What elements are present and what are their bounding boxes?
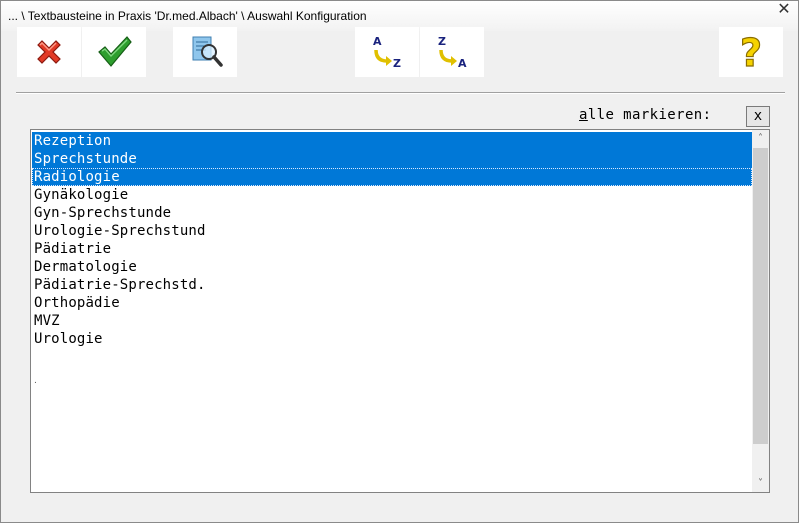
list-item[interactable]: Sprechstunde <box>32 150 752 168</box>
mark-all-label: alle markieren: <box>579 107 711 123</box>
ok-button[interactable] <box>82 27 146 77</box>
mark-all-accelerator: a <box>579 107 588 123</box>
list-item[interactable]: Pädiatrie-Sprechstd. <box>32 276 752 294</box>
svg-text:A: A <box>458 57 467 70</box>
close-button[interactable]: ✕ <box>776 1 792 17</box>
list-items: Rezeption Sprechstunde Radiologie Gynäko… <box>32 132 752 348</box>
list-item[interactable]: Rezeption <box>32 132 752 150</box>
list-item[interactable]: Pädiatrie <box>32 240 752 258</box>
list-item[interactable]: Dermatologie <box>32 258 752 276</box>
mark-all-label-text: lle markieren: <box>587 107 712 123</box>
scroll-thumb[interactable] <box>753 148 768 444</box>
svg-text:A: A <box>373 35 382 48</box>
red-x-icon <box>37 40 61 64</box>
svg-text:?: ? <box>740 32 762 72</box>
cancel-button[interactable] <box>17 27 81 77</box>
sort-ascending-button[interactable]: A Z <box>355 27 419 77</box>
sort-a-z-icon: A Z <box>373 35 401 70</box>
magnifier-document-icon <box>192 36 223 67</box>
mark-all-checkbox[interactable]: x <box>746 106 770 127</box>
vertical-scrollbar[interactable]: ˄ ˅ <box>752 130 769 492</box>
sort-z-a-icon: Z A <box>438 35 467 70</box>
list-item[interactable]: Radiologie <box>32 168 752 186</box>
list-item[interactable]: MVZ <box>32 312 752 330</box>
toolbar-separator <box>16 92 785 94</box>
search-button[interactable] <box>173 27 237 77</box>
scroll-up-arrow[interactable]: ˄ <box>752 130 769 147</box>
dialog-window: ... \ Textbausteine in Praxis 'Dr.med.Al… <box>0 0 799 523</box>
green-checkmark-icon <box>98 36 132 67</box>
list-item[interactable]: Orthopädie <box>32 294 752 312</box>
list-item[interactable]: Gyn-Sprechstunde <box>32 204 752 222</box>
window-title: ... \ Textbausteine in Praxis 'Dr.med.Al… <box>8 9 367 23</box>
yellow-question-mark-icon: ? <box>739 32 762 72</box>
help-button[interactable]: ? <box>719 27 783 77</box>
caret-dot: . <box>34 376 37 386</box>
list-item[interactable]: Urologie <box>32 330 752 348</box>
list-item[interactable]: Gynäkologie <box>32 186 752 204</box>
list-item[interactable]: Urologie-Sprechstund <box>32 222 752 240</box>
sort-descending-button[interactable]: Z A <box>420 27 484 77</box>
svg-text:Z: Z <box>393 57 401 70</box>
configuration-listbox[interactable]: Rezeption Sprechstunde Radiologie Gynäko… <box>30 129 770 493</box>
svg-text:Z: Z <box>438 35 446 48</box>
scroll-down-arrow[interactable]: ˅ <box>752 475 769 492</box>
